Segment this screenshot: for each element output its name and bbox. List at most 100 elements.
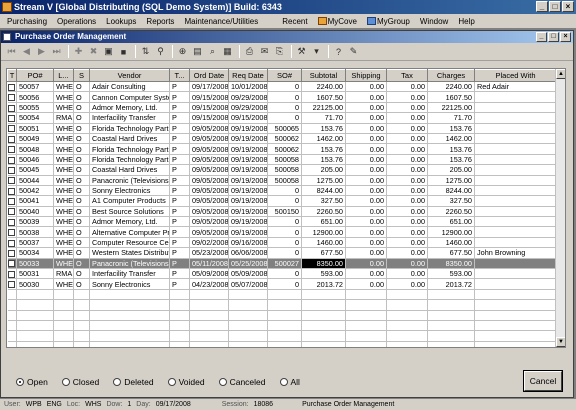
menu-mycove[interactable]: MyCove <box>313 16 362 26</box>
notes-icon[interactable]: ✎ <box>347 45 360 58</box>
radio-button[interactable] <box>218 378 227 386</box>
checkbox[interactable] <box>8 187 16 195</box>
row-checkbox[interactable] <box>7 237 17 249</box>
col-header-loc[interactable]: L... <box>53 69 74 82</box>
col-header-vendor[interactable]: Vendor <box>89 69 170 82</box>
checkbox[interactable] <box>8 114 16 122</box>
radio-button[interactable] <box>61 378 70 386</box>
filter-radio-canceled[interactable]: Canceled <box>218 377 266 387</box>
checkbox[interactable] <box>8 270 16 278</box>
menu-maintenance[interactable]: Maintenance/Utilities <box>179 17 263 26</box>
checkbox[interactable] <box>8 260 16 268</box>
row-checkbox[interactable] <box>7 164 17 176</box>
radio-button[interactable] <box>279 378 288 386</box>
filter-radio-deleted[interactable]: Deleted <box>113 377 154 387</box>
next-record-icon[interactable]: ▶ <box>35 45 48 58</box>
checkbox[interactable] <box>8 125 16 133</box>
checkbox[interactable] <box>8 156 16 164</box>
scroll-down-icon[interactable]: ▼ <box>556 337 565 347</box>
checkbox[interactable] <box>8 208 16 216</box>
table-row[interactable]: 50040 WHE O Best Source Solutions P 09/05/200… <box>7 206 557 218</box>
checkbox[interactable] <box>8 166 16 174</box>
tools-icon[interactable]: ⚒ <box>295 45 308 58</box>
col-header-status[interactable]: S <box>73 69 90 82</box>
print-icon[interactable]: ⎙ <box>243 45 256 58</box>
app-titlebar[interactable]: Stream V [Global Distributing (SQL Demo … <box>0 0 576 14</box>
scroll-up-icon[interactable]: ▲ <box>556 69 565 79</box>
row-checkbox[interactable] <box>7 206 17 218</box>
filter-radio-open[interactable]: Open <box>16 377 48 387</box>
col-header-subtotal[interactable]: Subtotal <box>301 69 346 82</box>
filter-radio-all[interactable]: All <box>279 377 300 387</box>
table-row[interactable]: 50038 WHE O Alternative Computer Proc P 09/05… <box>7 226 557 238</box>
table-row[interactable]: 50030 WHE O Sonny Electronics P 04/23/2008 05/… <box>7 278 557 290</box>
table-row[interactable]: 50051 WHE O Florida Technology Partne P 09/05… <box>7 123 557 134</box>
col-header-terms[interactable]: T... <box>169 69 190 82</box>
help-icon[interactable]: ? <box>332 45 345 58</box>
table-row[interactable]: 50037WHEOComputer Resource CenteP09/02/2… <box>7 237 557 249</box>
row-checkbox[interactable] <box>7 112 17 124</box>
menu-recent[interactable]: Recent <box>277 17 312 26</box>
col-header-po[interactable]: PO# <box>16 69 54 82</box>
save-icon[interactable]: ▣ <box>102 45 115 58</box>
row-checkbox[interactable] <box>7 268 17 280</box>
menu-lookups[interactable]: Lookups <box>101 17 141 26</box>
po-grid[interactable]: T PO# L... S Vendor T... Ord Date Req Da… <box>6 68 566 348</box>
filter-radio-voided[interactable]: Voided <box>167 377 205 387</box>
row-checkbox[interactable] <box>7 195 17 207</box>
checkbox[interactable] <box>8 198 16 206</box>
menu-window[interactable]: Window <box>415 17 453 26</box>
menu-help[interactable]: Help <box>453 17 479 26</box>
cancel-edit-icon[interactable]: ■ <box>117 45 130 58</box>
new-record-icon[interactable]: ✚ <box>72 45 85 58</box>
row-checkbox[interactable] <box>7 81 17 93</box>
checkbox[interactable] <box>8 135 16 143</box>
maximize-button[interactable]: □ <box>549 1 561 12</box>
checkbox[interactable] <box>8 218 16 226</box>
child-maximize-button[interactable]: □ <box>548 32 559 42</box>
table-row[interactable]: 50044 WHE O Panacronic (Televisions) I P 09/0… <box>7 175 557 186</box>
row-checkbox[interactable] <box>7 154 17 166</box>
filter-icon[interactable]: ▤ <box>191 45 204 58</box>
child-titlebar[interactable]: Purchase Order Management _ □ × <box>1 31 573 43</box>
menu-purchasing[interactable]: Purchasing <box>2 17 52 26</box>
row-checkbox[interactable] <box>7 143 17 155</box>
checkbox[interactable] <box>8 239 16 247</box>
table-row[interactable]: 50049 WHE O Coastal Hard Drives P 09/05/2008 0… <box>7 133 557 145</box>
row-checkbox[interactable] <box>7 226 17 238</box>
row-checkbox[interactable] <box>7 123 17 134</box>
row-checkbox[interactable] <box>7 258 17 270</box>
col-header-req-date[interactable]: Req Date <box>228 69 268 82</box>
email-icon[interactable]: ✉ <box>258 45 271 58</box>
row-checkbox[interactable] <box>7 216 17 228</box>
table-row[interactable]: 50046 WHE O Florida Technology Partne P 09/05… <box>7 154 557 166</box>
col-header-ord-date[interactable]: Ord Date <box>189 69 229 82</box>
delete-record-icon[interactable]: ✖ <box>87 45 100 58</box>
cancel-button[interactable]: Cancel <box>523 370 563 392</box>
menu-mygroup[interactable]: MyGroup <box>362 16 415 26</box>
find-icon[interactable]: ⚲ <box>154 45 167 58</box>
row-checkbox[interactable] <box>7 247 17 259</box>
checkbox[interactable] <box>8 83 16 91</box>
col-header-so[interactable]: SO# <box>267 69 302 82</box>
col-header-type[interactable]: T <box>7 69 17 82</box>
menu-reports[interactable]: Reports <box>141 17 179 26</box>
radio-button[interactable] <box>113 378 122 386</box>
checkbox[interactable] <box>8 104 16 112</box>
checkbox[interactable] <box>8 229 16 237</box>
table-row[interactable]: 50042 WHE O Sonny Electronics P 09/05/2008 09/… <box>7 185 557 197</box>
col-header-tax[interactable]: Tax <box>386 69 428 82</box>
zoom-icon[interactable]: ⊕ <box>176 45 189 58</box>
grid-icon[interactable]: ▦ <box>221 45 234 58</box>
row-checkbox[interactable] <box>7 185 17 197</box>
checkbox[interactable] <box>8 94 16 102</box>
checkbox[interactable] <box>8 281 16 289</box>
row-checkbox[interactable] <box>7 91 17 103</box>
row-checkbox[interactable] <box>7 102 17 114</box>
table-row[interactable]: 50055 WHE O Admor Memory, Ltd. P 09/15/2008 09… <box>7 102 557 114</box>
table-row[interactable]: 50057 WHE O Adair Consulting P 09/17/2008 10/0… <box>7 81 557 93</box>
table-row[interactable]: 50033 WHE O Panacronic (Televisions) I P 05/1… <box>7 258 557 270</box>
col-header-charges[interactable]: Charges <box>427 69 475 82</box>
checkbox[interactable] <box>8 146 16 154</box>
child-close-button[interactable]: × <box>560 32 571 42</box>
